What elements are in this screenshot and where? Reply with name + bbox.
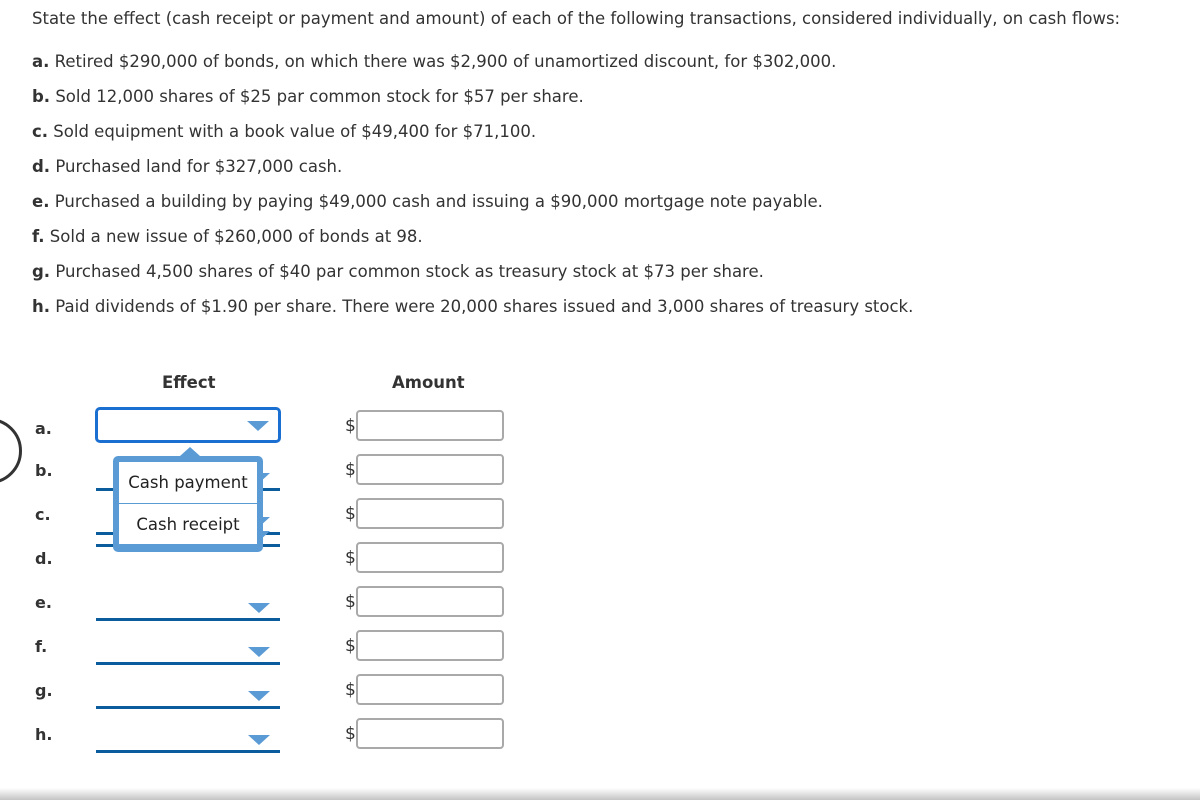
popover-caret (180, 447, 200, 456)
transaction-letter: e. (32, 192, 50, 211)
amount-input-f[interactable] (356, 630, 504, 661)
dollar-sign: $ (345, 504, 356, 524)
row-label-h: h. (35, 725, 53, 744)
transaction-text: Retired $290,000 of bonds, on which ther… (49, 52, 837, 71)
transaction-letter: h. (32, 297, 51, 316)
cursor-circle (0, 418, 22, 484)
transaction-letter: c. (32, 122, 49, 141)
dollar-sign: $ (345, 680, 356, 700)
amount-input-h[interactable] (356, 718, 504, 749)
transaction-c: c. Sold equipment with a book value of $… (32, 122, 536, 141)
amount-column-header: Amount (392, 373, 465, 392)
transaction-d: d. Purchased land for $327,000 cash. (32, 157, 342, 176)
dropdown-arrow-icon (248, 735, 270, 745)
amount-input-c[interactable] (356, 498, 504, 529)
transaction-f: f. Sold a new issue of $260,000 of bonds… (32, 227, 423, 246)
row-label-a: a. (35, 419, 52, 438)
transaction-letter: a. (32, 52, 50, 71)
transaction-letter: g. (32, 262, 51, 281)
transaction-letter: f. (32, 227, 45, 246)
dollar-sign: $ (345, 548, 356, 568)
transaction-text: Purchased 4,500 shares of $40 par common… (50, 262, 764, 281)
transaction-text: Sold equipment with a book value of $49,… (48, 122, 537, 141)
transaction-text: Sold 12,000 shares of $25 par common sto… (50, 87, 584, 106)
amount-input-a[interactable] (356, 410, 504, 441)
transaction-text: Purchased a building by paying $49,000 c… (49, 192, 823, 211)
row-label-g: g. (35, 681, 53, 700)
row-label-f: f. (35, 637, 48, 656)
dollar-sign: $ (345, 592, 356, 612)
effect-select-a[interactable] (95, 407, 281, 443)
dollar-sign: $ (345, 416, 356, 436)
transaction-a: a. Retired $290,000 of bonds, on which t… (32, 52, 836, 71)
effect-column-header: Effect (162, 373, 216, 392)
amount-input-g[interactable] (356, 674, 504, 705)
row-label-d: d. (35, 549, 53, 568)
transaction-text: Sold a new issue of $260,000 of bonds at… (44, 227, 423, 246)
effect-select-f[interactable] (96, 635, 280, 665)
amount-input-b[interactable] (356, 454, 504, 485)
dropdown-arrow-icon (248, 691, 270, 701)
transaction-text: Paid dividends of $1.90 per share. There… (50, 297, 914, 316)
dropdown-arrow-icon (248, 647, 270, 657)
amount-input-e[interactable] (356, 586, 504, 617)
dollar-sign: $ (345, 636, 356, 656)
transaction-e: e. Purchased a building by paying $49,00… (32, 192, 823, 211)
transaction-text: Purchased land for $327,000 cash. (50, 157, 343, 176)
dollar-sign: $ (345, 460, 356, 480)
dropdown-arrow-icon (248, 603, 270, 613)
row-label-c: c. (35, 505, 51, 524)
transaction-letter: d. (32, 157, 51, 176)
effect-select-e[interactable] (96, 591, 280, 621)
option-cash-payment[interactable]: Cash payment (119, 462, 257, 503)
transaction-g: g. Purchased 4,500 shares of $40 par com… (32, 262, 764, 281)
question-prompt: State the effect (cash receipt or paymen… (32, 9, 1121, 28)
transaction-letter: b. (32, 87, 51, 106)
effect-select-g[interactable] (96, 679, 280, 709)
row-label-b: b. (35, 461, 53, 480)
dollar-sign: $ (345, 724, 356, 744)
effect-select-h[interactable] (96, 723, 280, 753)
effect-dropdown-menu: Cash payment Cash receipt (113, 447, 263, 552)
amount-input-d[interactable] (356, 542, 504, 573)
transaction-b: b. Sold 12,000 shares of $25 par common … (32, 87, 584, 106)
transaction-h: h. Paid dividends of $1.90 per share. Th… (32, 297, 913, 316)
bottom-shadow (0, 788, 1200, 800)
dropdown-arrow-icon (247, 421, 269, 431)
option-cash-receipt[interactable]: Cash receipt (119, 503, 257, 544)
row-label-e: e. (35, 593, 52, 612)
